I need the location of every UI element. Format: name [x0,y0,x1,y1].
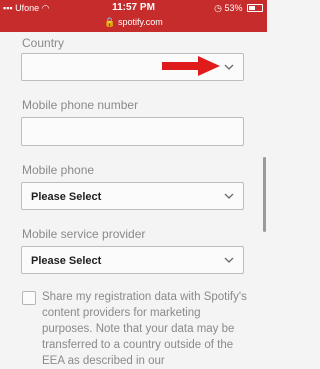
mobile-phone-value: Please Select [31,191,102,203]
service-provider-value: Please Select [31,255,102,267]
red-arrow-annotation [162,56,220,76]
status-bar: ▪▪▪ Ufone ◠ 11:57 PM ◷ 53% [0,0,267,16]
status-right: ◷ 53% [214,3,263,14]
mobile-phone-select[interactable]: Please Select [21,182,244,210]
mobile-phone-label: Mobile phone [22,163,95,177]
signup-form: Country Mobile phone number Mobile phone… [0,32,267,367]
country-label: Country [22,36,65,50]
mobile-number-input[interactable] [21,117,244,146]
battery-icon [247,4,263,12]
service-provider-select[interactable]: Please Select [21,246,244,274]
consent-checkbox[interactable] [22,291,36,305]
url-domain: spotify.com [117,17,163,27]
scrollbar[interactable] [263,157,266,232]
consent-text: Share my registration data with Spotify'… [42,291,247,367]
chevron-down-icon [224,64,234,70]
chevron-down-icon [224,257,234,263]
service-provider-label: Mobile service provider [22,227,146,241]
alarm-icon: ◷ [214,3,222,13]
chevron-down-icon [224,193,234,199]
lock-icon: 🔒 [104,17,116,27]
battery-percent: 53% [224,3,243,13]
url-bar[interactable]: 🔒 spotify.com [0,16,267,32]
mobile-number-label: Mobile phone number [22,98,139,112]
